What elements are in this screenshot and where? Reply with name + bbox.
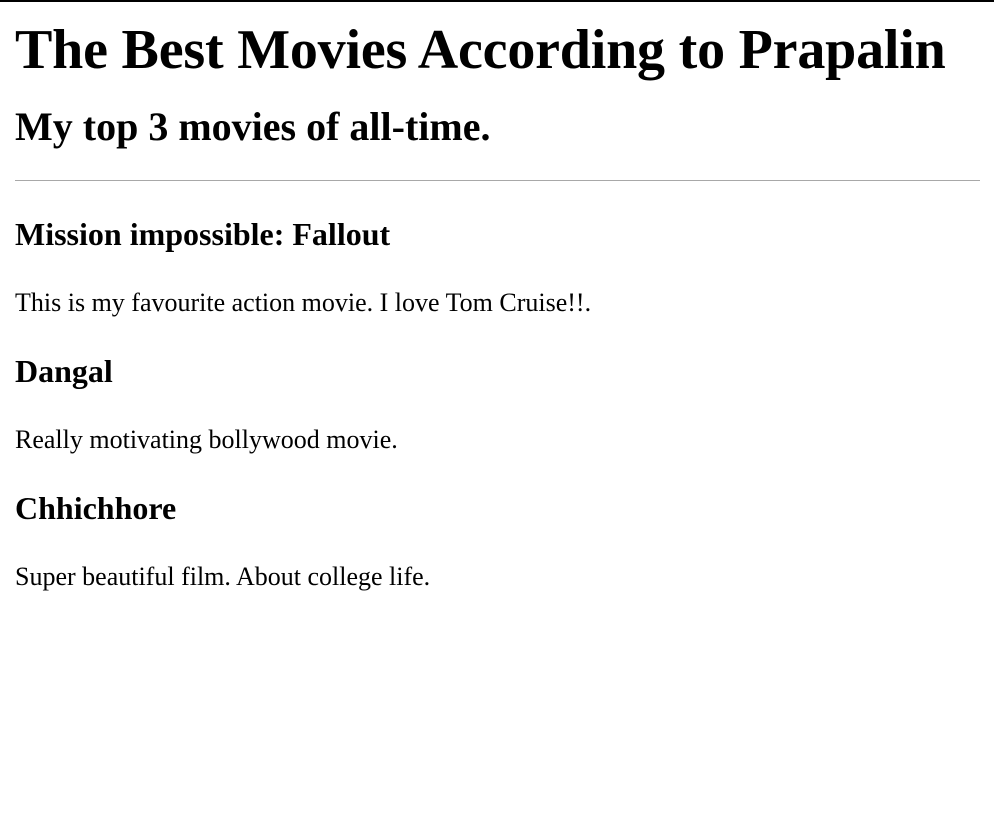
movie-item: Chhichhore Super beautiful film. About c…	[15, 490, 980, 593]
movie-title: Dangal	[15, 352, 113, 389]
movie-item: Dangal Really motivating bollywood movie…	[15, 353, 980, 456]
movie-item: Mission impossible: Fallout This is my f…	[15, 216, 980, 319]
page-subtitle: My top 3 movies of all-time.	[15, 103, 491, 149]
movie-title: Mission impossible: Fallout	[15, 215, 391, 252]
movie-description: Super beautiful film. About college life…	[15, 562, 431, 592]
page-content: The Best Movies According to Prapalin My…	[0, 19, 994, 593]
movie-description: Really motivating bollywood movie.	[15, 425, 398, 455]
page-title: The Best Movies According to Prapalin	[15, 19, 946, 81]
divider	[15, 179, 980, 181]
movie-description: This is my favourite action movie. I lov…	[15, 288, 592, 318]
movie-title: Chhichhore	[15, 489, 177, 526]
